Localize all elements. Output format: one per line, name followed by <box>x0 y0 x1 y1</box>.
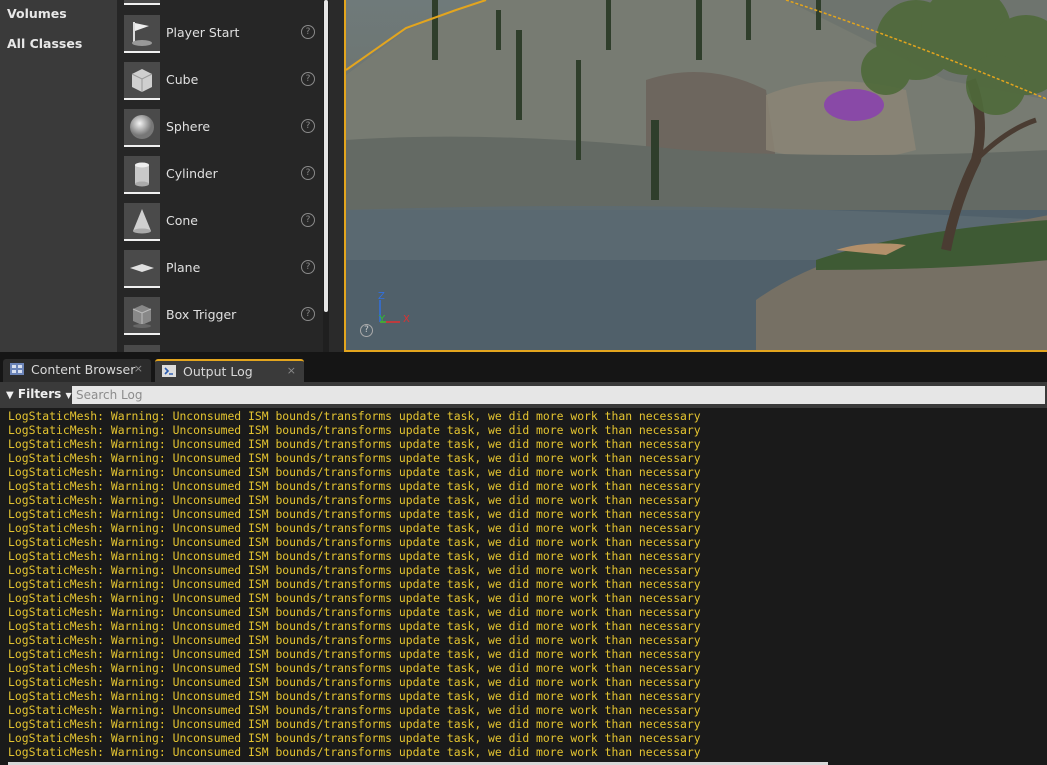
help-icon[interactable]: ? <box>301 119 315 133</box>
axis-gizmo: Z Y X <box>366 291 416 336</box>
place-item-label: Player Start <box>166 25 240 40</box>
scrollbar-thumb[interactable] <box>324 0 328 312</box>
place-item-label: Cone <box>166 213 198 228</box>
help-icon[interactable]: ? <box>301 307 315 321</box>
place-item-label: Box Trigger <box>166 307 237 322</box>
log-line: LogStaticMesh: Warning: Unconsumed ISM b… <box>8 619 701 633</box>
place-actors-list: Player Start ? Cube ? Sphere ? Cylinder … <box>117 0 323 352</box>
help-icon[interactable]: ? <box>301 213 315 227</box>
content-browser-icon <box>10 363 24 375</box>
tab-content-browser[interactable]: Content Browser × <box>3 359 151 382</box>
axis-z-label: Z <box>378 291 385 302</box>
chevron-down-icon: ▼ <box>65 391 72 400</box>
place-item-label: Sphere <box>166 119 211 134</box>
panel-divider <box>329 0 345 352</box>
scene-render <box>346 0 1047 350</box>
place-categories-panel: Volumes All Classes <box>0 0 117 352</box>
log-line: LogStaticMesh: Warning: Unconsumed ISM b… <box>8 409 701 423</box>
tab-output-log[interactable]: Output Log × <box>155 359 304 382</box>
cone-icon <box>124 203 160 241</box>
log-line: LogStaticMesh: Warning: Unconsumed ISM b… <box>8 675 701 689</box>
cube-icon <box>124 62 160 100</box>
log-line: LogStaticMesh: Warning: Unconsumed ISM b… <box>8 535 701 549</box>
help-icon[interactable]: ? <box>301 166 315 180</box>
log-line: LogStaticMesh: Warning: Unconsumed ISM b… <box>8 661 701 675</box>
filters-button[interactable]: ▼ Filters ▼ <box>6 387 72 401</box>
help-icon[interactable]: ? <box>301 260 315 274</box>
help-icon[interactable]: ? <box>301 25 315 39</box>
log-line: LogStaticMesh: Warning: Unconsumed ISM b… <box>8 591 701 605</box>
list-item-partial <box>124 0 160 5</box>
category-all-classes[interactable]: All Classes <box>7 36 82 51</box>
viewport-help-icon[interactable]: ? <box>360 324 373 337</box>
log-line: LogStaticMesh: Warning: Unconsumed ISM b… <box>8 437 701 451</box>
axis-x-label: X <box>403 314 410 325</box>
log-line: LogStaticMesh: Warning: Unconsumed ISM b… <box>8 479 701 493</box>
flag-icon <box>124 15 160 53</box>
log-line: LogStaticMesh: Warning: Unconsumed ISM b… <box>8 465 701 479</box>
place-item-label: Cube <box>166 72 199 87</box>
plane-icon <box>124 250 160 288</box>
place-item-cone[interactable]: Cone ? <box>117 201 323 246</box>
output-log-icon <box>162 365 176 377</box>
axis-y-label: Y <box>379 314 386 325</box>
list-item-partial <box>124 345 160 352</box>
log-line: LogStaticMesh: Warning: Unconsumed ISM b… <box>8 577 701 591</box>
log-line: LogStaticMesh: Warning: Unconsumed ISM b… <box>8 717 701 731</box>
output-log-area[interactable]: LogStaticMesh: Warning: Unconsumed ISM b… <box>0 408 1047 765</box>
log-line: LogStaticMesh: Warning: Unconsumed ISM b… <box>8 521 701 535</box>
level-viewport[interactable]: Z Y X ? <box>344 0 1047 352</box>
cylinder-icon <box>124 156 160 194</box>
sphere-icon <box>124 109 160 147</box>
tab-label: Output Log <box>183 364 253 379</box>
log-line: LogStaticMesh: Warning: Unconsumed ISM b… <box>8 731 701 745</box>
log-line: LogStaticMesh: Warning: Unconsumed ISM b… <box>8 689 701 703</box>
log-line: LogStaticMesh: Warning: Unconsumed ISM b… <box>8 549 701 563</box>
close-icon[interactable]: × <box>287 364 296 377</box>
help-icon[interactable]: ? <box>301 72 315 86</box>
close-icon[interactable]: × <box>134 362 143 375</box>
log-line: LogStaticMesh: Warning: Unconsumed ISM b… <box>8 647 701 661</box>
log-line: LogStaticMesh: Warning: Unconsumed ISM b… <box>8 703 701 717</box>
log-line: LogStaticMesh: Warning: Unconsumed ISM b… <box>8 451 701 465</box>
place-item-cube[interactable]: Cube ? <box>117 60 323 105</box>
place-item-label: Cylinder <box>166 166 218 181</box>
bottom-tab-bar: Content Browser × Output Log × <box>0 352 1047 382</box>
place-item-player-start[interactable]: Player Start ? <box>117 13 323 58</box>
filters-label: Filters <box>17 387 62 401</box>
log-line: LogStaticMesh: Warning: Unconsumed ISM b… <box>8 605 701 619</box>
box-trigger-icon <box>124 297 160 335</box>
place-item-sphere[interactable]: Sphere ? <box>117 107 323 152</box>
category-volumes[interactable]: Volumes <box>7 6 67 21</box>
log-line: LogStaticMesh: Warning: Unconsumed ISM b… <box>8 563 701 577</box>
filter-funnel-icon: ▼ <box>6 390 14 401</box>
log-line: LogStaticMesh: Warning: Unconsumed ISM b… <box>8 493 701 507</box>
log-filter-bar: ▼ Filters ▼ <box>0 382 1047 408</box>
place-item-label: Plane <box>166 260 201 275</box>
search-log-input[interactable] <box>72 386 1045 404</box>
place-item-box-trigger[interactable]: Box Trigger ? <box>117 295 323 340</box>
log-line: LogStaticMesh: Warning: Unconsumed ISM b… <box>8 423 701 437</box>
log-line: LogStaticMesh: Warning: Unconsumed ISM b… <box>8 507 701 521</box>
tab-label: Content Browser <box>31 362 136 377</box>
place-item-cylinder[interactable]: Cylinder ? <box>117 154 323 199</box>
place-item-plane[interactable]: Plane ? <box>117 248 323 293</box>
log-line: LogStaticMesh: Warning: Unconsumed ISM b… <box>8 633 701 647</box>
log-line: LogStaticMesh: Warning: Unconsumed ISM b… <box>8 745 701 759</box>
